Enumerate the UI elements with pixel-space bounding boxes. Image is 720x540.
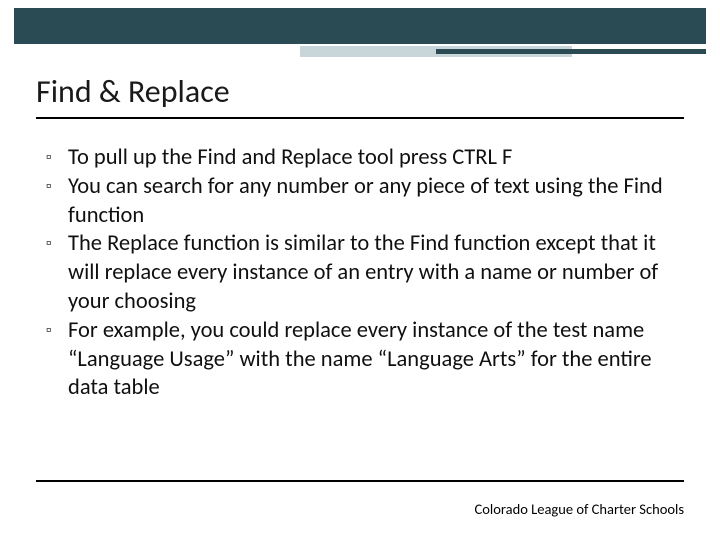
list-item: You can search for any number or any pie… (40, 173, 680, 231)
decor-bar-dark (14, 8, 706, 44)
list-item: To pull up the Find and Replace tool pre… (40, 144, 680, 173)
body-block: To pull up the Find and Replace tool pre… (40, 144, 680, 403)
slide: Find & Replace To pull up the Find and R… (0, 0, 720, 540)
list-item: The Replace function is similar to the F… (40, 230, 680, 316)
footer-rule (36, 480, 684, 482)
decor-bar-thin (436, 49, 706, 54)
footer-text: Colorado League of Charter Schools (475, 500, 684, 518)
list-item: For example, you could replace every ins… (40, 317, 680, 403)
title-underline (36, 117, 684, 119)
bullet-list: To pull up the Find and Replace tool pre… (40, 144, 680, 403)
slide-title: Find & Replace (36, 74, 684, 109)
title-block: Find & Replace (36, 74, 684, 119)
